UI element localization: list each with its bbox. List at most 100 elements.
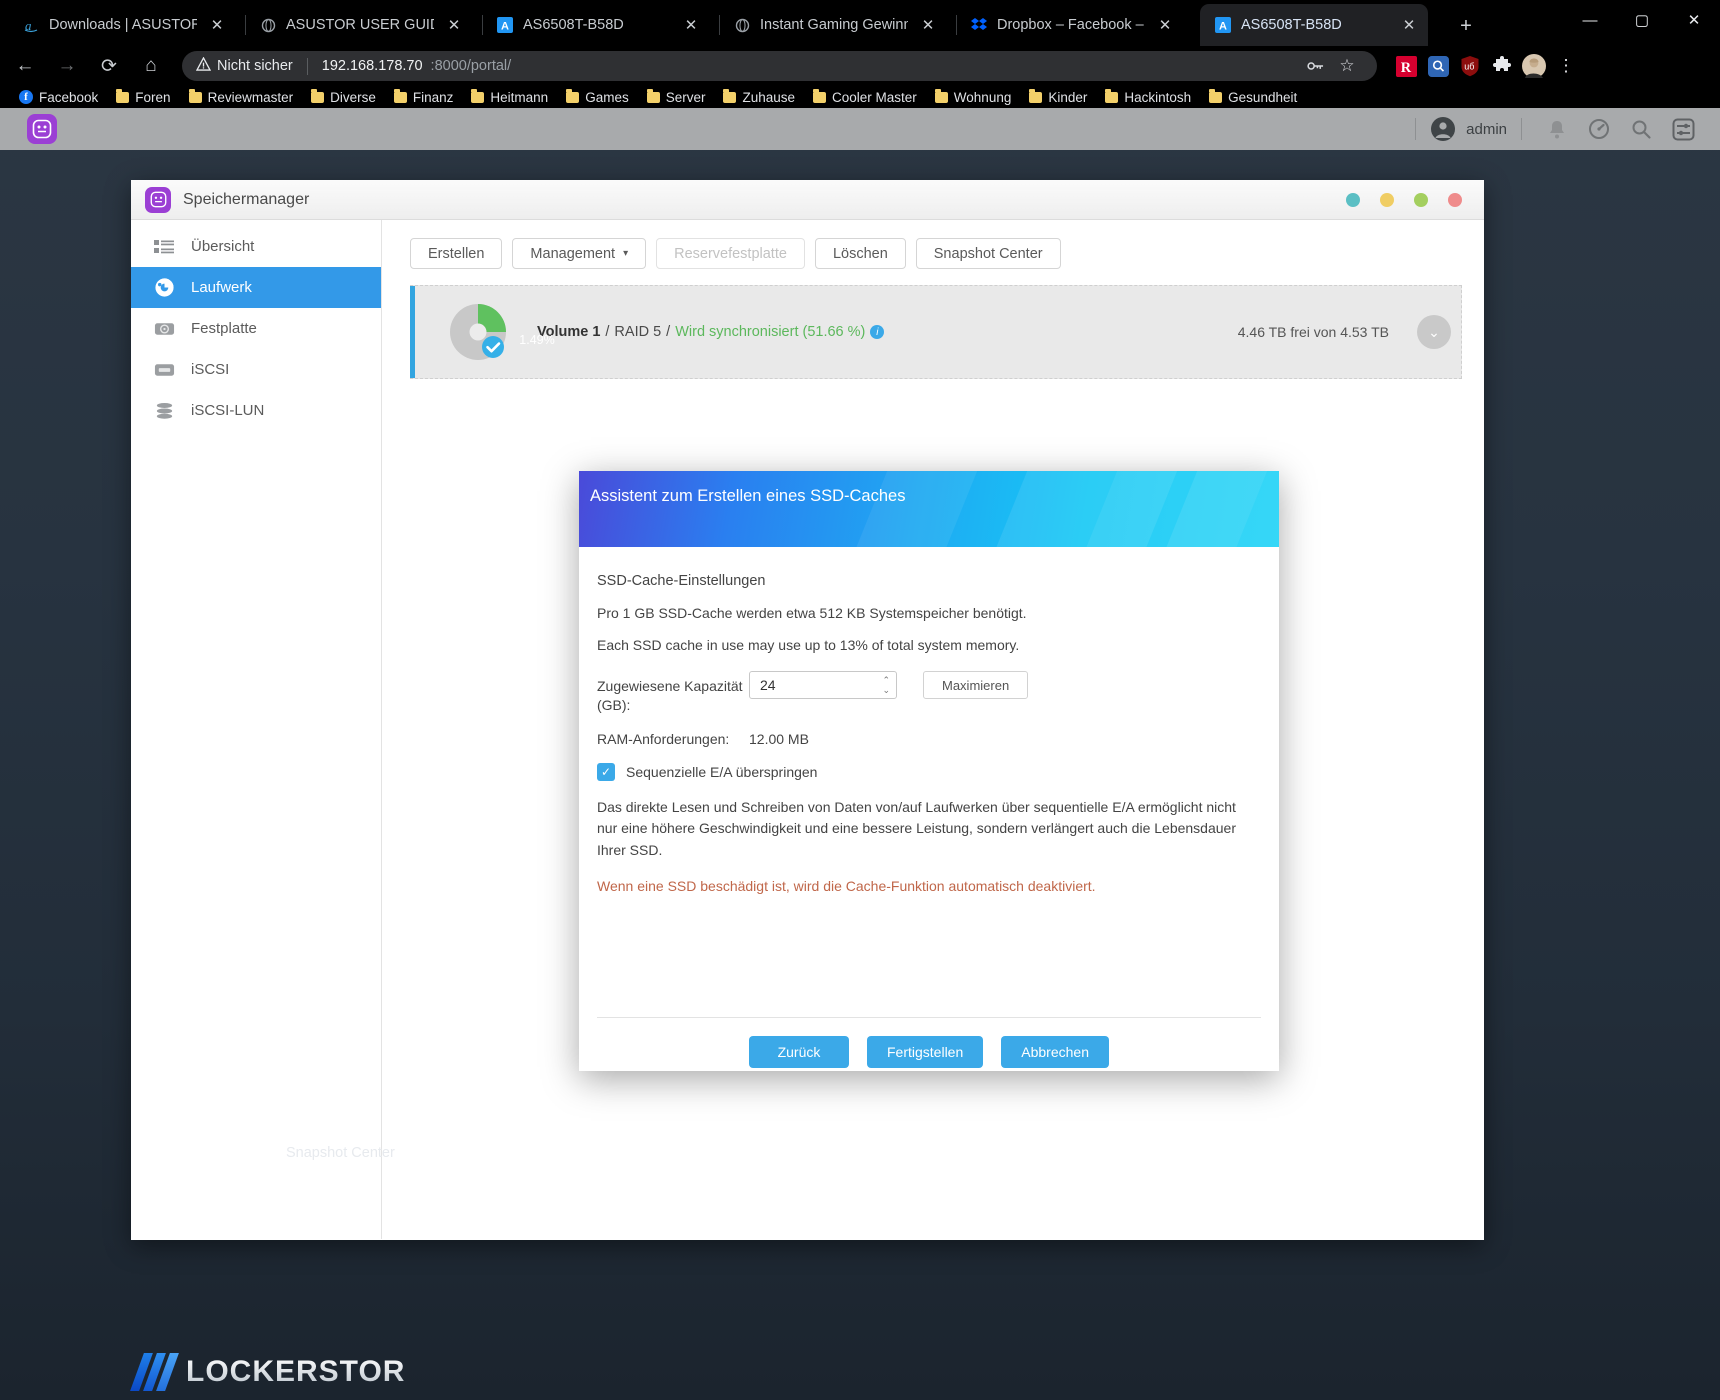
bookmark-item[interactable]: Kinder — [1020, 86, 1096, 108]
volume-expand-button[interactable]: ⌄ — [1407, 315, 1461, 349]
profile-avatar[interactable] — [1519, 51, 1549, 81]
stepper-down-icon[interactable]: ⌄ — [882, 685, 890, 695]
sidebar-item-label: Laufwerk — [191, 279, 252, 296]
rakuten-extension-icon[interactable]: R — [1391, 51, 1421, 81]
capacity-stepper[interactable]: 24 ⌃ ⌄ — [749, 671, 897, 699]
bookmark-item[interactable]: f Facebook — [10, 86, 107, 108]
tab-close-button[interactable]: ✕ — [680, 14, 702, 36]
management-dropdown-button[interactable]: Management ▾ — [512, 238, 647, 269]
sequential-io-description: Das direkte Lesen und Schreiben von Date… — [597, 798, 1236, 859]
chrome-menu-icon[interactable]: ⋮ — [1551, 51, 1581, 81]
security-status[interactable]: Nicht sicher — [195, 56, 293, 75]
window-dot-yellow[interactable] — [1380, 192, 1394, 207]
tab-close-button[interactable]: ✕ — [443, 14, 465, 36]
adm-top-bar-right: admin — [1401, 111, 1720, 147]
user-menu[interactable]: admin — [1430, 116, 1507, 142]
bookmark-label: Finanz — [412, 89, 454, 105]
search-extension-icon[interactable] — [1423, 51, 1453, 81]
skip-sequential-io-row[interactable]: ✓ Sequenzielle E/A überspringen — [597, 762, 1259, 781]
bookmark-item[interactable]: Wohnung — [926, 86, 1021, 108]
password-key-icon[interactable] — [1299, 50, 1331, 82]
window-maximize-button[interactable]: ▢ — [1616, 0, 1668, 40]
window-dot-green[interactable] — [1414, 192, 1428, 207]
section-heading: SSD-Cache-Einstellungen — [597, 573, 766, 589]
sidebar-item-iscsi[interactable]: iSCSI — [131, 349, 381, 390]
snapshot-center-button[interactable]: Snapshot Center — [915, 238, 1061, 269]
tab-close-button[interactable]: ✕ — [206, 14, 228, 36]
checkbox-checked-icon[interactable]: ✓ — [597, 762, 615, 781]
browser-tab[interactable]: a Downloads | ASUSTOR NAS ✕ — [8, 4, 236, 46]
window-dot-teal[interactable] — [1346, 192, 1360, 207]
notification-bell-icon[interactable] — [1536, 111, 1578, 147]
tab-close-button[interactable]: ✕ — [917, 14, 939, 36]
address-bar[interactable]: Nicht sicher 192.168.178.70 :8000/portal… — [182, 51, 1377, 81]
sidebar-item-uebersicht[interactable]: Übersicht — [131, 226, 381, 267]
sidebar-item-label: Übersicht — [191, 238, 255, 255]
ublock-extension-icon[interactable]: uб — [1455, 51, 1485, 81]
security-label: Nicht sicher — [217, 58, 293, 74]
tab-close-button[interactable]: ✕ — [1154, 14, 1176, 36]
bookmark-label: Wohnung — [953, 89, 1012, 105]
browser-tab-active[interactable]: A AS6508T-B58D ✕ — [1200, 4, 1428, 46]
window-close-button[interactable]: ✕ — [1668, 0, 1720, 40]
tab-close-button[interactable]: ✕ — [1398, 14, 1420, 36]
button-label: Löschen — [832, 245, 888, 262]
delete-button[interactable]: Löschen — [814, 238, 906, 269]
volume-row[interactable]: Volume 1 / RAID 5 / Wird synchronisiert … — [410, 285, 1462, 379]
bookmark-item[interactable]: Foren — [107, 86, 179, 108]
volume-status: Wird synchronisiert (51.66 %) — [675, 324, 866, 340]
chevron-down-icon: ▾ — [623, 248, 629, 259]
taskbar-app-label[interactable]: Snapshot Center — [286, 1145, 395, 1161]
window-dot-red[interactable] — [1448, 192, 1462, 207]
button-label: Snapshot Center — [933, 245, 1043, 262]
back-button[interactable]: ← — [8, 49, 42, 83]
maximize-capacity-button[interactable]: Maximieren — [923, 671, 1029, 699]
stepper-arrows[interactable]: ⌃ ⌄ — [882, 675, 890, 695]
bookmark-item[interactable]: Zuhause — [714, 86, 804, 108]
back-button[interactable]: Zurück — [749, 1036, 849, 1068]
harddisk-icon — [153, 318, 175, 340]
settings-sliders-icon[interactable] — [1662, 111, 1704, 147]
search-icon[interactable] — [1620, 111, 1662, 147]
storage-toolbar: Erstellen Management ▾ Reservefestplatte … — [410, 238, 1462, 269]
svg-text:R: R — [1400, 60, 1411, 76]
puzzle-extensions-icon[interactable] — [1487, 51, 1517, 81]
folder-icon — [566, 88, 580, 103]
bookmark-item[interactable]: Heitmann — [462, 86, 557, 108]
cancel-button[interactable]: Abbrechen — [1001, 1036, 1109, 1068]
activity-monitor-icon[interactable] — [1578, 111, 1620, 147]
info-icon[interactable]: i — [870, 325, 885, 339]
adm-home-button[interactable] — [20, 112, 64, 146]
bookmark-star-icon[interactable]: ☆ — [1331, 50, 1363, 82]
window-title-bar[interactable]: Speichermanager — [131, 180, 1484, 220]
finish-button[interactable]: Fertigstellen — [867, 1036, 984, 1068]
new-tab-button[interactable]: + — [1452, 12, 1480, 40]
bookmark-item[interactable]: Hackintosh — [1096, 86, 1200, 108]
bookmark-item[interactable]: Diverse — [302, 86, 385, 108]
stepper-up-icon[interactable]: ⌃ — [882, 675, 890, 685]
home-button[interactable]: ⌂ — [134, 49, 168, 83]
folder-icon — [646, 88, 660, 103]
sidebar-item-iscsi-lun[interactable]: iSCSI-LUN — [131, 390, 381, 431]
sidebar-item-festplatte[interactable]: Festplatte — [131, 308, 381, 349]
lockerstor-bars-icon — [130, 1353, 179, 1391]
bookmark-label: Games — [585, 89, 629, 105]
bookmark-item[interactable]: Reviewmaster — [180, 86, 303, 108]
omnibox-actions: ☆ — [1299, 50, 1363, 82]
browser-tab[interactable]: Dropbox – Facebook – Machen S ✕ — [956, 4, 1184, 46]
create-button[interactable]: Erstellen — [410, 238, 503, 269]
reload-button[interactable]: ⟳ — [92, 49, 126, 83]
window-minimize-button[interactable]: — — [1564, 0, 1616, 40]
browser-tab[interactable]: Instant Gaming Gewinnspiel | Ha ✕ — [719, 4, 947, 46]
bookmark-item[interactable]: Games — [557, 86, 638, 108]
bookmark-item[interactable]: Cooler Master — [804, 86, 926, 108]
browser-tab[interactable]: ASUSTOR USER GUIDE ✕ — [245, 4, 473, 46]
bookmark-item[interactable]: Server — [638, 86, 715, 108]
browser-tab[interactable]: A AS6508T-B58D ✕ — [482, 4, 710, 46]
bookmark-item[interactable]: Gesundheit — [1200, 86, 1306, 108]
sidebar-item-laufwerk[interactable]: Laufwerk — [131, 267, 381, 308]
forward-button[interactable]: → — [50, 49, 84, 83]
storage-manager-app-icon — [145, 186, 171, 213]
bookmark-item[interactable]: Finanz — [385, 86, 463, 108]
folder-icon — [1209, 88, 1223, 103]
